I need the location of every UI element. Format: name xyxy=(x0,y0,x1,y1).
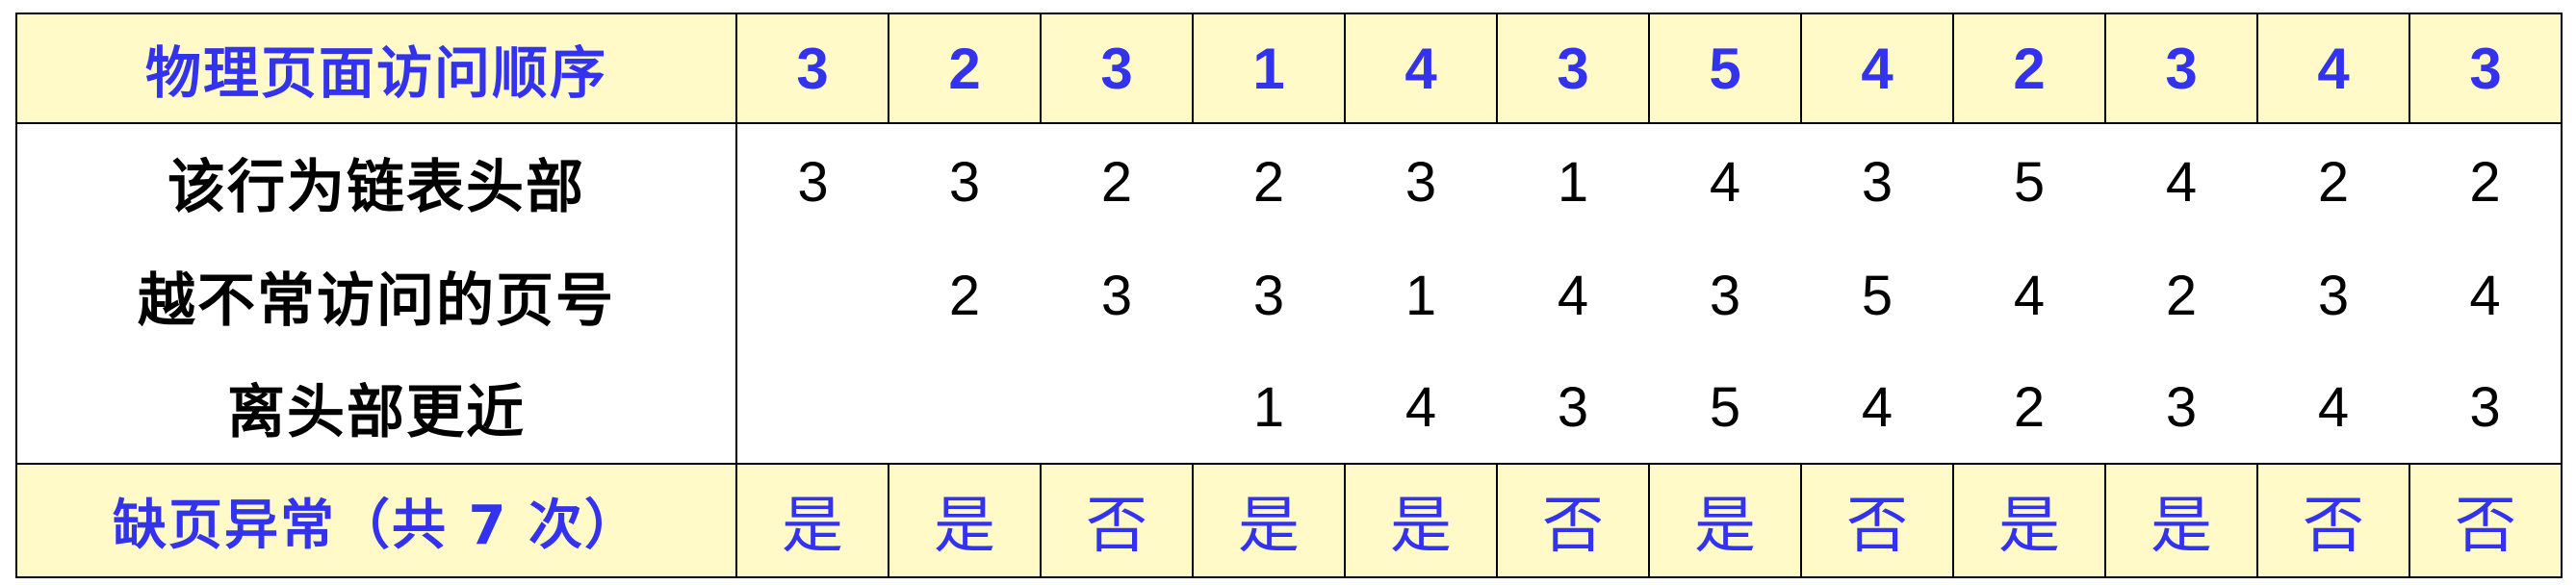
lru-head-cell: 2 xyxy=(2409,123,2563,240)
lru-tail-cell: 2 xyxy=(1953,351,2105,464)
page-fault-cell: 是 xyxy=(735,463,889,578)
lru-head-cell: 3 xyxy=(1801,123,1953,240)
lru-head-cell: 3 xyxy=(736,123,889,240)
lru-middle-cell: 4 xyxy=(1953,240,2105,351)
lru-tail-cell xyxy=(1041,351,1193,464)
page-fault-label: 缺页异常（共 7 次） xyxy=(15,463,737,578)
page-fault-row: 缺页异常（共 7 次） 是 是 否 是 是 否 是 否 是 是 否 否 xyxy=(15,463,2563,578)
page-fault-cell: 否 xyxy=(2256,463,2410,578)
access-page-cell: 3 xyxy=(2104,13,2258,124)
access-page-cell: 4 xyxy=(1344,13,1498,124)
lru-head-cell: 3 xyxy=(889,123,1041,240)
page-fault-cell: 否 xyxy=(2409,463,2563,578)
page-fault-cell: 是 xyxy=(2104,463,2258,578)
access-page-cell: 2 xyxy=(1952,13,2106,124)
lru-head-cell: 4 xyxy=(1649,123,1801,240)
page-fault-cell: 是 xyxy=(1344,463,1498,578)
lru-tail-cell: 4 xyxy=(1345,351,1497,464)
lru-tail-cell: 3 xyxy=(2105,351,2257,464)
lru-tail-cell: 3 xyxy=(1497,351,1649,464)
lru-middle-cell xyxy=(736,240,889,351)
lru-middle-cell: 4 xyxy=(2409,240,2563,351)
lru-middle-cell: 4 xyxy=(1497,240,1649,351)
lru-head-row: 该行为链表头部 3 3 2 2 3 1 4 3 5 4 2 2 xyxy=(15,123,2563,240)
lru-head-cell: 4 xyxy=(2105,123,2257,240)
lru-tail-row: 离头部更近 1 4 3 5 4 2 3 4 3 xyxy=(15,351,2563,464)
lru-middle-cell: 3 xyxy=(2257,240,2409,351)
page-fault-cell: 是 xyxy=(888,463,1042,578)
lru-middle-cell: 5 xyxy=(1801,240,1953,351)
lru-head-cell: 3 xyxy=(1345,123,1497,240)
lru-tail-cell xyxy=(889,351,1041,464)
access-page-cell: 3 xyxy=(2409,13,2563,124)
access-order-row: 物理页面访问顺序 3 2 3 1 4 3 5 4 2 3 4 3 xyxy=(15,13,2563,124)
lru-page-replacement-table: 物理页面访问顺序 3 2 3 1 4 3 5 4 2 3 4 3 该行为链表头部… xyxy=(15,13,2563,578)
lru-head-cell: 2 xyxy=(2257,123,2409,240)
page-fault-cell: 否 xyxy=(1040,463,1194,578)
lru-tail-cell xyxy=(736,351,889,464)
access-page-cell: 3 xyxy=(1040,13,1194,124)
lru-tail-cell: 4 xyxy=(2257,351,2409,464)
page-fault-cell: 否 xyxy=(1496,463,1650,578)
lru-head-cell: 2 xyxy=(1193,123,1345,240)
lru-tail-label: 离头部更近 xyxy=(15,351,737,464)
lru-middle-cell: 2 xyxy=(889,240,1041,351)
access-page-cell: 3 xyxy=(735,13,889,124)
lru-middle-cell: 3 xyxy=(1649,240,1801,351)
lru-tail-cell: 4 xyxy=(1801,351,1953,464)
access-page-cell: 5 xyxy=(1648,13,1802,124)
lru-tail-cell: 1 xyxy=(1193,351,1345,464)
lru-middle-cell: 3 xyxy=(1041,240,1193,351)
lru-middle-label: 越不常访问的页号 xyxy=(15,240,737,351)
lru-middle-cell: 3 xyxy=(1193,240,1345,351)
page-fault-cell: 是 xyxy=(1192,463,1346,578)
access-order-label: 物理页面访问顺序 xyxy=(15,13,737,124)
page-fault-cell: 是 xyxy=(1952,463,2106,578)
lru-middle-row: 越不常访问的页号 2 3 3 1 4 3 5 4 2 3 4 xyxy=(15,240,2563,351)
access-page-cell: 3 xyxy=(1496,13,1650,124)
lru-head-label: 该行为链表头部 xyxy=(15,123,737,240)
lru-tail-cell: 3 xyxy=(2409,351,2563,464)
lru-head-cell: 1 xyxy=(1497,123,1649,240)
access-page-cell: 1 xyxy=(1192,13,1346,124)
lru-middle-cell: 1 xyxy=(1345,240,1497,351)
page-fault-cell: 是 xyxy=(1648,463,1802,578)
lru-head-cell: 2 xyxy=(1041,123,1193,240)
access-page-cell: 4 xyxy=(2256,13,2410,124)
access-page-cell: 4 xyxy=(1800,13,1954,124)
lru-middle-cell: 2 xyxy=(2105,240,2257,351)
lru-head-cell: 5 xyxy=(1953,123,2105,240)
page-fault-cell: 否 xyxy=(1800,463,1954,578)
access-page-cell: 2 xyxy=(888,13,1042,124)
lru-tail-cell: 5 xyxy=(1649,351,1801,464)
